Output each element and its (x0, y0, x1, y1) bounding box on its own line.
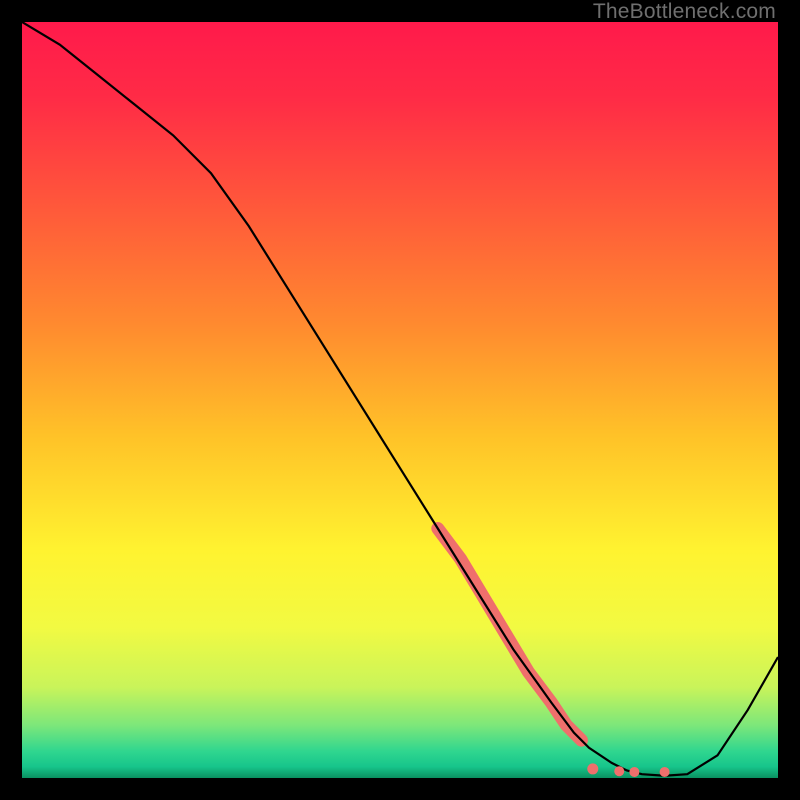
watermark-text: TheBottleneck.com (593, 0, 776, 24)
highlight-dot (587, 763, 598, 774)
highlight-dot (614, 766, 624, 776)
highlight-dot (629, 767, 639, 777)
gradient-background (22, 22, 778, 778)
chart-frame (22, 22, 778, 778)
highlight-dot (660, 767, 670, 777)
bottleneck-chart (22, 22, 778, 778)
